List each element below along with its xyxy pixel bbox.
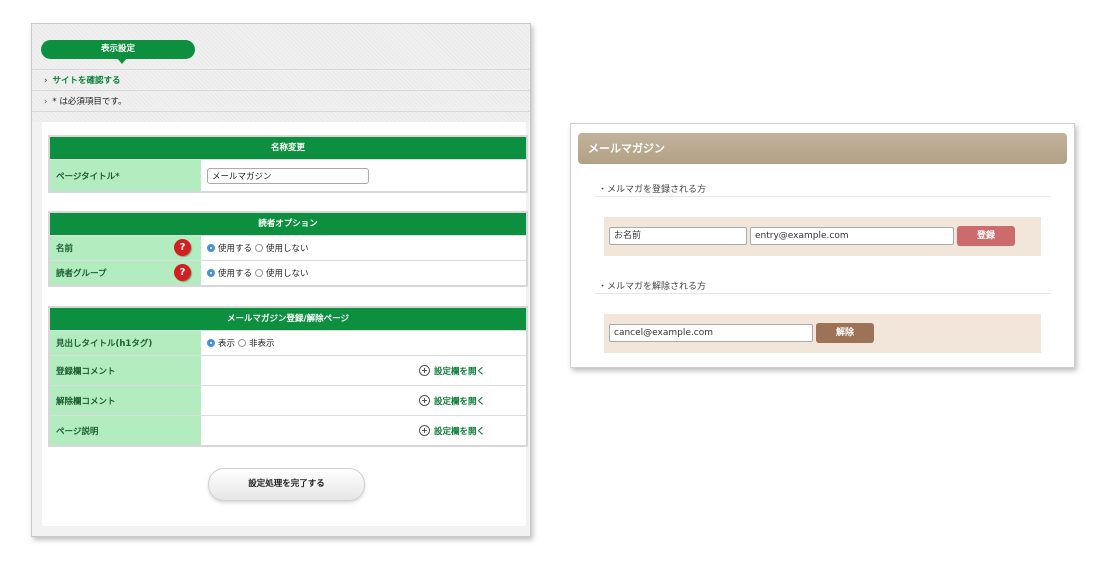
heading-show-label: 表示 [218, 339, 236, 349]
email-input[interactable]: entry@example.com [750, 227, 954, 245]
required-note: › * は必須項目です。 [44, 95, 127, 107]
page-settings-section: メールマガジン登録/解除ページ 見出しタイトル(h1タグ) 表示 非表示 登録欄… [48, 306, 528, 447]
view-site-link[interactable]: › サイトを確認する [44, 74, 121, 86]
group-use-label: 使用する [218, 269, 253, 279]
group-option-row: 読者グループ ? 使用する 使用しない [50, 260, 526, 285]
group-option-label-text: 読者グループ [56, 269, 107, 279]
panel-body: 名称変更 ページタイトル* 読者オプション 名前 ? 使用する 使用しない [42, 122, 528, 526]
page-desc-cell: 設定欄を開く [201, 416, 526, 445]
name-option-cell: 使用する 使用しない [201, 236, 526, 260]
cancel-email-input[interactable]: cancel@example.com [609, 324, 813, 342]
panel-header-area: 表示設定 › サイトを確認する › * は必須項目です。 [32, 24, 530, 122]
rename-section: 名称変更 ページタイトル* [48, 135, 528, 193]
heading-hide-radio[interactable] [238, 339, 247, 347]
page-title-input[interactable] [207, 167, 369, 184]
unsubscribe-comment-label: 解除欄コメント [50, 386, 201, 415]
page-title-cell [201, 160, 526, 191]
register-comment-label: 登録欄コメント [50, 356, 201, 385]
group-option-cell: 使用する 使用しない [201, 261, 526, 285]
help-icon[interactable]: ? [174, 264, 191, 281]
register-comment-cell: 設定欄を開く [201, 356, 526, 385]
unsubscribe-button[interactable]: 解除 [816, 323, 874, 343]
view-site-link-label: サイトを確認する [52, 76, 121, 86]
page-desc-row: ページ説明 設定欄を開く [50, 415, 526, 445]
heading-hide-label: 非表示 [249, 339, 275, 349]
register-comment-row: 登録欄コメント 設定欄を開く [50, 355, 526, 385]
register-heading: ・メルマガを登録される方 [598, 185, 707, 195]
name-nouse-label: 使用しない [266, 244, 309, 254]
reader-options-section: 読者オプション 名前 ? 使用する 使用しない 読者グループ ? 使用する 使用… [48, 211, 528, 287]
required-note-text: * は必須項目です。 [52, 97, 127, 107]
name-use-radio[interactable] [207, 244, 215, 252]
name-input[interactable]: お名前 [609, 227, 747, 245]
open-register-comment-link[interactable]: 設定欄を開く [419, 365, 485, 377]
name-option-label-text: 名前 [56, 244, 74, 254]
open-settings-label: 設定欄を開く [434, 426, 486, 437]
unsubscribe-form: cancel@example.com 解除 [604, 314, 1041, 353]
plus-circle-icon [419, 395, 430, 406]
open-settings-label: 設定欄を開く [434, 396, 486, 407]
divider [595, 293, 1051, 294]
reader-options-title: 読者オプション [50, 213, 526, 235]
complete-settings-button[interactable]: 設定処理を完了する [208, 468, 365, 501]
heading-label: 見出しタイトル(h1タグ) [50, 331, 201, 355]
help-icon[interactable]: ? [174, 239, 191, 256]
widget-title: メールマガジン [578, 133, 1067, 164]
page-title-row: ページタイトル* [50, 159, 526, 191]
divider [32, 111, 530, 112]
name-option-row: 名前 ? 使用する 使用しない [50, 235, 526, 260]
page-desc-label: ページ説明 [50, 416, 201, 445]
divider [32, 69, 530, 70]
heading-cell: 表示 非表示 [201, 331, 526, 355]
heading-show-radio[interactable] [207, 339, 215, 347]
unsubscribe-comment-row: 解除欄コメント 設定欄を開く [50, 385, 526, 415]
page-settings-title: メールマガジン登録/解除ページ [50, 308, 526, 330]
rename-section-title: 名称変更 [50, 137, 526, 159]
group-use-radio[interactable] [207, 269, 215, 277]
register-button[interactable]: 登録 [957, 226, 1015, 246]
name-option-label: 名前 ? [50, 236, 201, 260]
plus-circle-icon [419, 425, 430, 436]
open-unsubscribe-comment-link[interactable]: 設定欄を開く [419, 395, 485, 407]
unsubscribe-comment-cell: 設定欄を開く [201, 386, 526, 415]
divider [32, 90, 530, 91]
newsletter-widget: メールマガジン ・メルマガを登録される方 お名前 entry@example.c… [570, 123, 1075, 368]
page-title-label: ページタイトル* [50, 160, 201, 191]
open-page-desc-link[interactable]: 設定欄を開く [419, 425, 485, 437]
name-use-label: 使用する [218, 244, 253, 254]
open-settings-label: 設定欄を開く [434, 366, 486, 377]
chevron-right-icon: › [44, 76, 48, 86]
heading-row: 見出しタイトル(h1タグ) 表示 非表示 [50, 330, 526, 355]
group-nouse-radio[interactable] [255, 269, 264, 277]
chevron-right-icon: › [44, 97, 48, 107]
divider [595, 196, 1051, 197]
name-nouse-radio[interactable] [255, 244, 264, 252]
register-form: お名前 entry@example.com 登録 [604, 217, 1041, 256]
panel-title-tab: 表示設定 [41, 40, 195, 64]
plus-circle-icon [419, 365, 430, 376]
display-settings-panel: 表示設定 › サイトを確認する › * は必須項目です。 名称変更 ページタイトル*… [31, 23, 531, 537]
unsubscribe-heading: ・メルマガを解除される方 [598, 282, 707, 292]
group-option-label: 読者グループ ? [50, 261, 201, 285]
group-nouse-label: 使用しない [266, 269, 309, 279]
